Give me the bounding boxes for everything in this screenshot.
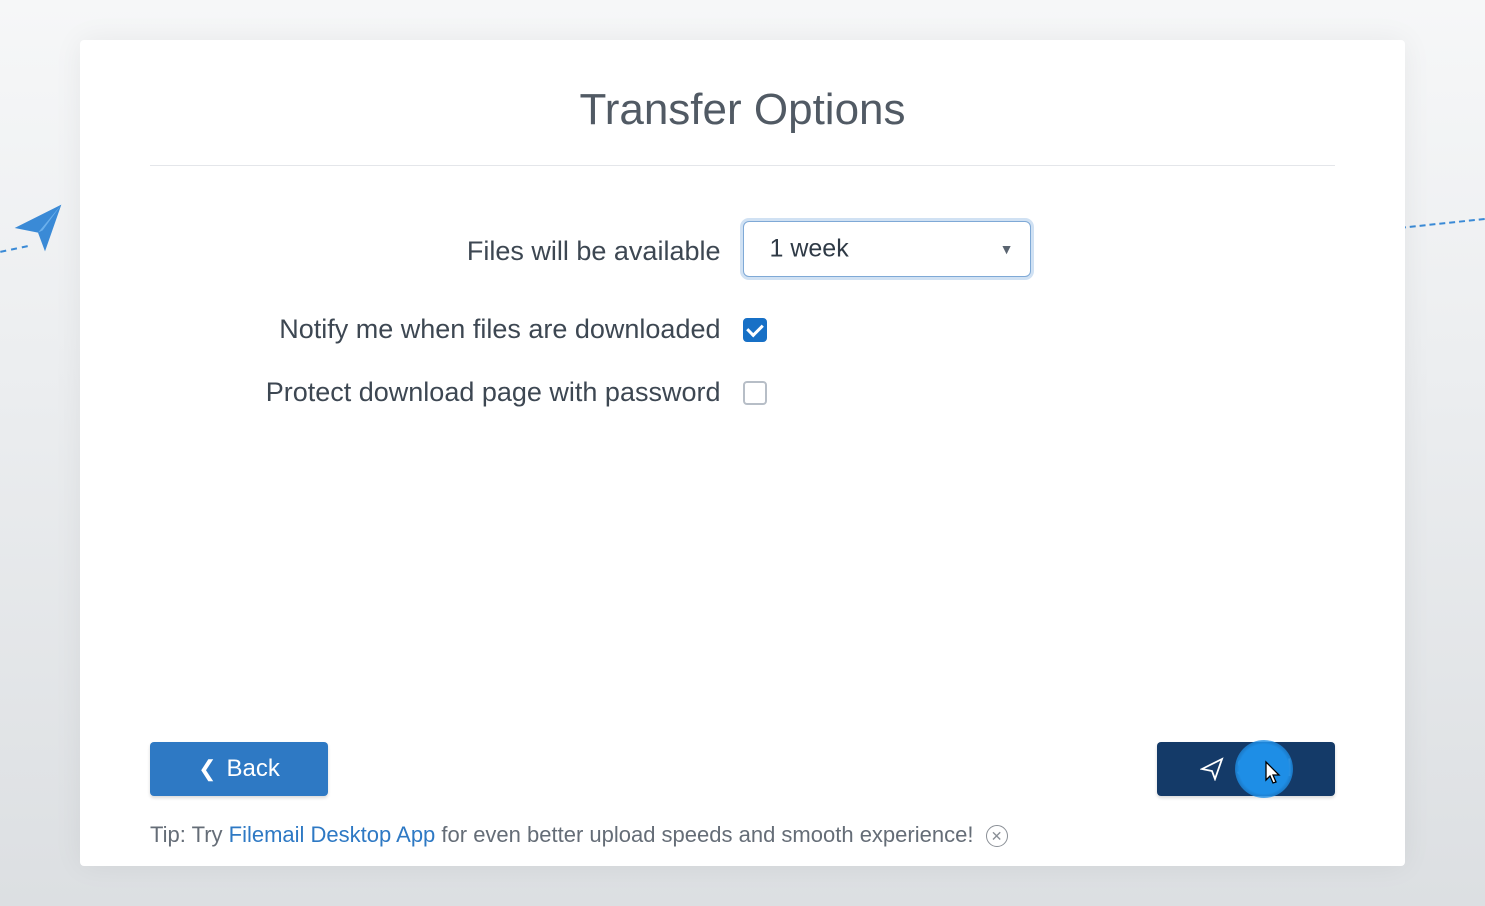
row-availability: Files will be available 1 week ▼ — [80, 221, 1405, 282]
availability-select[interactable]: 1 week ▼ — [743, 221, 1031, 277]
back-button[interactable]: ❮ Back — [150, 742, 328, 796]
paper-plane-icon — [10, 200, 66, 256]
page-title: Transfer Options — [80, 40, 1405, 165]
row-notify: Notify me when files are downloaded — [80, 314, 1405, 345]
decor-trail-left — [0, 245, 28, 253]
send-button[interactable]: Send — [1157, 742, 1335, 796]
transfer-options-card: Transfer Options Files will be available… — [80, 40, 1405, 866]
back-button-label: Back — [227, 755, 280, 783]
chevron-left-icon: ❮ — [198, 756, 216, 782]
availability-label: Files will be available — [80, 236, 743, 267]
options-form: Files will be available 1 week ▼ Notify … — [80, 221, 1405, 408]
row-password: Protect download page with password — [80, 377, 1405, 408]
password-checkbox[interactable] — [743, 381, 767, 405]
tip-suffix: for even better upload speeds and smooth… — [435, 822, 973, 847]
send-icon — [1200, 757, 1224, 781]
tip-line: Tip: Try Filemail Desktop App for even b… — [150, 822, 1008, 848]
send-button-label: Send — [1236, 755, 1292, 783]
title-divider — [150, 165, 1335, 166]
availability-value: 1 week — [770, 235, 849, 264]
notify-checkbox[interactable] — [743, 318, 767, 342]
notify-label: Notify me when files are downloaded — [80, 314, 743, 345]
tip-close-icon[interactable]: ✕ — [986, 825, 1008, 847]
chevron-down-icon: ▼ — [1000, 241, 1014, 257]
tip-prefix: Tip: Try — [150, 822, 229, 847]
footer-buttons: ❮ Back Send — [150, 742, 1335, 796]
tip-link[interactable]: Filemail Desktop App — [229, 822, 436, 847]
password-label: Protect download page with password — [80, 377, 743, 408]
